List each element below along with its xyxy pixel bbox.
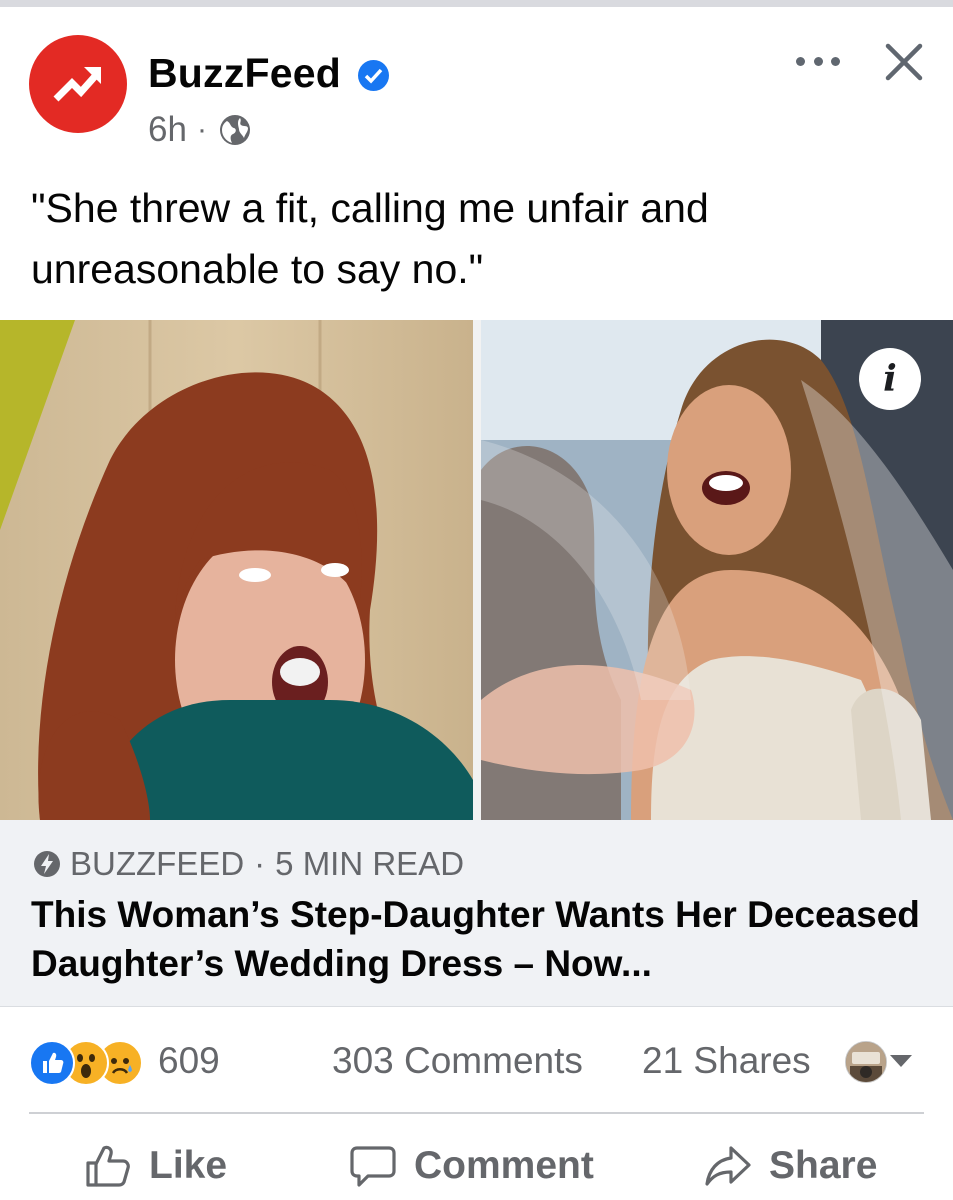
- image-divider: [473, 320, 481, 820]
- info-icon[interactable]: i: [859, 348, 921, 410]
- post-meta: 6h ·: [148, 110, 253, 150]
- verified-badge-icon: [358, 60, 389, 91]
- share-label: Share: [769, 1144, 878, 1187]
- instant-article-bolt-icon: [34, 851, 60, 877]
- comment-bubble-icon: [350, 1146, 396, 1187]
- link-meta-separator: ·: [254, 845, 266, 882]
- link-title[interactable]: This Woman’s Step-Daughter Wants Her Dec…: [31, 890, 931, 988]
- globe-icon[interactable]: [217, 112, 253, 148]
- audience-caret-icon[interactable]: [890, 1055, 912, 1067]
- meta-separator: ·: [196, 113, 207, 146]
- page-avatar[interactable]: [29, 35, 127, 133]
- close-icon[interactable]: [884, 42, 924, 82]
- share-button[interactable]: Share: [705, 1138, 877, 1194]
- like-thumb-icon: [86, 1145, 130, 1187]
- share-arrow-icon: [705, 1146, 751, 1186]
- viewer-avatar[interactable]: [845, 1041, 887, 1083]
- post-image-left[interactable]: [0, 320, 473, 820]
- like-reaction-icon: [29, 1040, 75, 1086]
- top-divider: [0, 0, 953, 7]
- like-button[interactable]: Like: [85, 1138, 227, 1194]
- like-label: Like: [149, 1144, 228, 1187]
- reaction-count[interactable]: 609: [158, 1040, 220, 1082]
- more-options-icon[interactable]: [796, 49, 840, 73]
- action-divider: [29, 1112, 924, 1114]
- reactions-summary[interactable]: [29, 1040, 159, 1086]
- link-source: BUZZFEED: [70, 845, 245, 882]
- trending-arrow-icon: [53, 67, 101, 102]
- link-meta: BUZZFEED · 5 MIN READ: [32, 845, 464, 883]
- page-name[interactable]: BuzzFeed: [148, 50, 341, 97]
- post-caption: "She threw a fit, calling me unfair and …: [31, 185, 709, 292]
- post-time[interactable]: 6h: [148, 110, 187, 150]
- comment-button[interactable]: Comment: [350, 1138, 594, 1194]
- comments-count[interactable]: 303 Comments: [332, 1040, 583, 1082]
- shares-count[interactable]: 21 Shares: [642, 1040, 811, 1082]
- comment-label: Comment: [414, 1144, 594, 1187]
- link-read-time: 5 MIN READ: [275, 845, 465, 882]
